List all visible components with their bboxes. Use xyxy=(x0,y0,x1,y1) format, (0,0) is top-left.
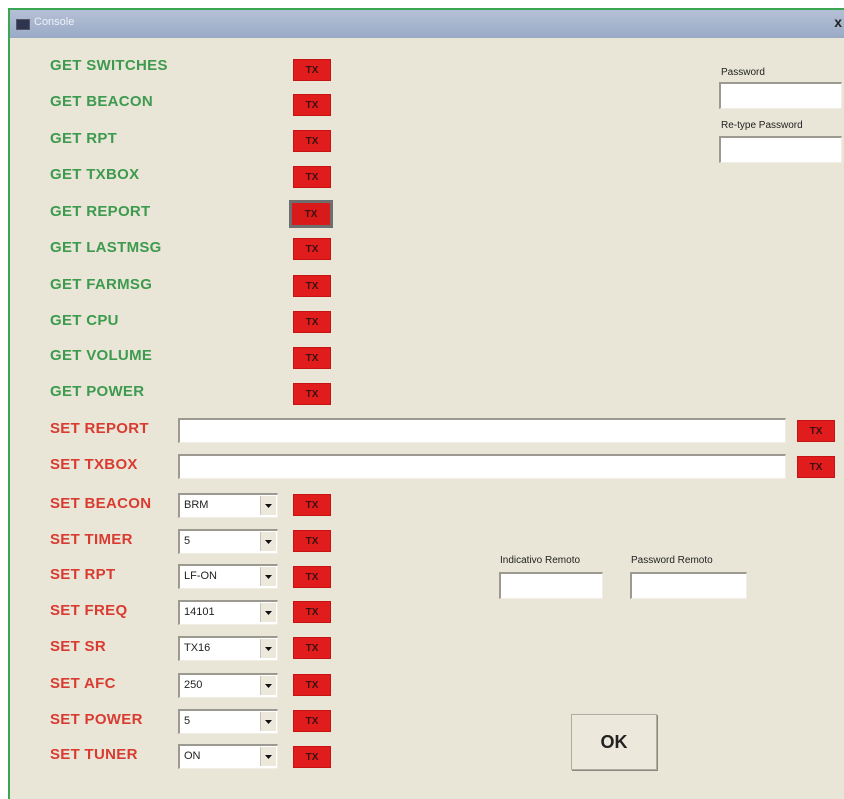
set-freq-select[interactable]: 14101 xyxy=(178,600,278,625)
console-window-icon xyxy=(16,19,30,30)
set-rpt-label: SET RPT xyxy=(50,566,116,583)
chevron-down-icon[interactable] xyxy=(260,603,276,622)
set-beacon-tx-button[interactable]: TX xyxy=(293,494,331,516)
get-txbox-tx-button[interactable]: TX xyxy=(293,166,331,188)
get-lastmsg-label: GET LASTMSG xyxy=(50,239,162,256)
set-beacon-value: BRM xyxy=(184,499,209,511)
remote-password-label: Password Remoto xyxy=(631,555,713,566)
get-rpt-label: GET RPT xyxy=(50,130,118,147)
set-power-label: SET POWER xyxy=(50,711,143,728)
set-sr-select[interactable]: TX16 xyxy=(178,636,278,661)
set-timer-value: 5 xyxy=(184,535,191,547)
close-icon[interactable]: x xyxy=(834,14,842,30)
set-tuner-select[interactable]: ON xyxy=(178,744,278,769)
get-farmsg-tx-button[interactable]: TX xyxy=(293,275,331,297)
console-window: Console x xyxy=(8,8,844,799)
get-switches-tx-button[interactable]: TX xyxy=(293,59,331,81)
retype-password-input[interactable] xyxy=(719,136,842,163)
get-farmsg-label: GET FARMSG xyxy=(50,276,153,293)
get-beacon-tx-button[interactable]: TX xyxy=(293,94,331,116)
chevron-down-icon[interactable] xyxy=(260,567,276,586)
set-rpt-value: LF-ON xyxy=(184,570,217,582)
set-sr-tx-button[interactable]: TX xyxy=(293,637,331,659)
set-power-select[interactable]: 5 xyxy=(178,709,278,734)
set-rpt-select[interactable]: LF-ON xyxy=(178,564,278,589)
set-afc-value: 250 xyxy=(184,679,203,691)
set-txbox-tx-button[interactable]: TX xyxy=(797,456,835,478)
get-report-label: GET REPORT xyxy=(50,203,151,220)
set-freq-value: 14101 xyxy=(184,606,215,618)
set-report-input[interactable] xyxy=(178,418,786,443)
window-title: Console xyxy=(34,16,75,28)
get-switches-label: GET SWITCHES xyxy=(50,57,168,74)
set-timer-select[interactable]: 5 xyxy=(178,529,278,554)
set-txbox-input[interactable] xyxy=(178,454,786,479)
get-report-tx-button[interactable]: TX xyxy=(289,200,333,228)
ok-button[interactable]: OK xyxy=(571,714,657,770)
set-beacon-select[interactable]: BRM xyxy=(178,493,278,518)
title-bar[interactable]: Console x xyxy=(10,10,844,38)
chevron-down-icon[interactable] xyxy=(260,712,276,731)
set-beacon-label: SET BEACON xyxy=(50,495,152,512)
set-timer-tx-button[interactable]: TX xyxy=(293,530,331,552)
get-power-tx-button[interactable]: TX xyxy=(293,383,331,405)
remote-callsign-label: Indicativo Remoto xyxy=(500,555,581,566)
set-txbox-label: SET TXBOX xyxy=(50,456,138,473)
retype-password-label: Re-type Password xyxy=(721,120,803,131)
chevron-down-icon[interactable] xyxy=(260,496,276,515)
set-freq-tx-button[interactable]: TX xyxy=(293,601,331,623)
set-tuner-tx-button[interactable]: TX xyxy=(293,746,331,768)
chevron-down-icon[interactable] xyxy=(260,639,276,658)
chevron-down-icon[interactable] xyxy=(260,676,276,695)
set-afc-select[interactable]: 250 xyxy=(178,673,278,698)
password-label: Password xyxy=(721,67,765,78)
remote-callsign-input[interactable] xyxy=(499,572,603,599)
set-power-tx-button[interactable]: TX xyxy=(293,710,331,732)
set-sr-label: SET SR xyxy=(50,638,106,655)
set-power-value: 5 xyxy=(184,715,191,727)
password-input[interactable] xyxy=(719,82,842,109)
set-report-label: SET REPORT xyxy=(50,420,149,437)
get-volume-label: GET VOLUME xyxy=(50,347,153,364)
set-timer-label: SET TIMER xyxy=(50,531,133,548)
get-lastmsg-tx-button[interactable]: TX xyxy=(293,238,331,260)
chevron-down-icon[interactable] xyxy=(260,532,276,551)
chevron-down-icon[interactable] xyxy=(260,747,276,766)
get-volume-tx-button[interactable]: TX xyxy=(293,347,331,369)
get-power-label: GET POWER xyxy=(50,383,145,400)
get-txbox-label: GET TXBOX xyxy=(50,166,140,183)
set-afc-tx-button[interactable]: TX xyxy=(293,674,331,696)
get-beacon-label: GET BEACON xyxy=(50,93,154,110)
get-cpu-tx-button[interactable]: TX xyxy=(293,311,331,333)
set-afc-label: SET AFC xyxy=(50,675,116,692)
set-tuner-label: SET TUNER xyxy=(50,746,138,763)
get-cpu-label: GET CPU xyxy=(50,312,119,329)
set-tuner-value: ON xyxy=(184,750,201,762)
set-rpt-tx-button[interactable]: TX xyxy=(293,566,331,588)
remote-password-input[interactable] xyxy=(630,572,747,599)
set-freq-label: SET FREQ xyxy=(50,602,128,619)
get-rpt-tx-button[interactable]: TX xyxy=(293,130,331,152)
set-report-tx-button[interactable]: TX xyxy=(797,420,835,442)
set-sr-value: TX16 xyxy=(184,642,211,654)
